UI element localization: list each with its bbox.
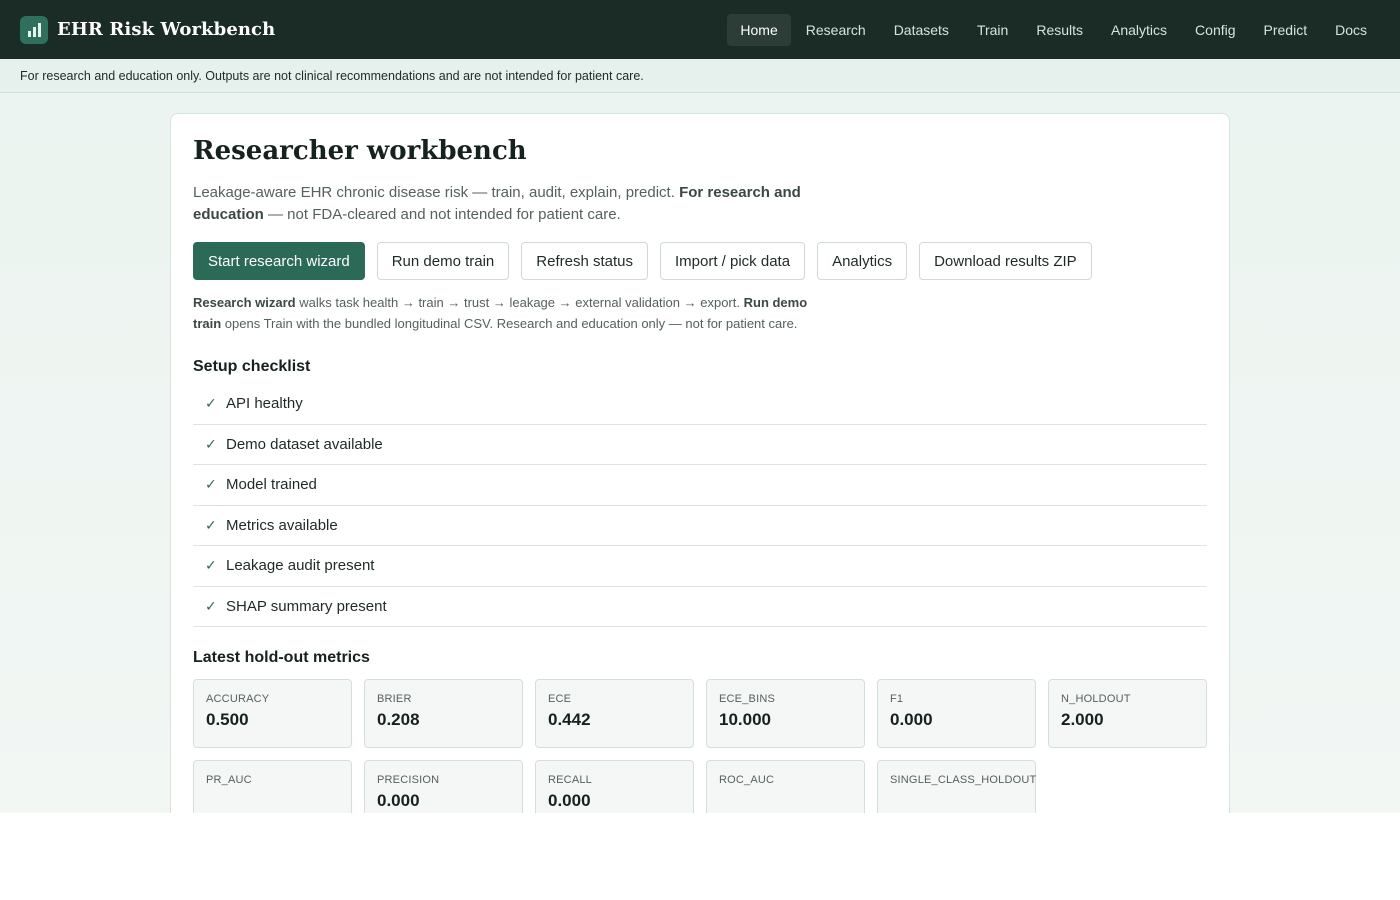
lead-paragraph: Leakage-aware EHR chronic disease risk —…: [193, 182, 813, 226]
start-research-wizard-button[interactable]: Start research wizard: [193, 242, 365, 280]
checkmark-icon: ✓: [205, 597, 217, 614]
metric-card-n-holdout: N_HOLDOUT 2.000: [1048, 679, 1207, 748]
metric-card-roc-auc: ROC_AUC: [706, 760, 865, 813]
metric-label: ECE_BINS: [719, 693, 776, 705]
metric-label: BRIER: [377, 693, 412, 705]
metric-label: F1: [890, 693, 904, 705]
metric-label: N_HOLDOUT: [1061, 693, 1131, 705]
hint-demo-text: opens Train with the bundled longitudina…: [224, 316, 798, 331]
brand[interactable]: EHR Risk Workbench: [20, 15, 276, 44]
metric-card-ece-bins: ECE_BINS 10.000: [706, 679, 865, 748]
brand-title: EHR Risk Workbench: [57, 19, 276, 40]
nav-item-analytics[interactable]: Analytics: [1098, 14, 1180, 46]
checklist-item: ✓ Demo dataset available: [193, 425, 1207, 465]
metric-card-f1: F1 0.000: [877, 679, 1036, 748]
checklist-item-label: API healthy: [226, 395, 303, 413]
checklist-item-label: Leakage audit present: [226, 557, 375, 575]
nav-item-research[interactable]: Research: [793, 14, 879, 46]
checkmark-icon: ✓: [205, 395, 217, 412]
metric-value: 10.000: [719, 710, 771, 729]
checklist-item: ✓ Leakage audit present: [193, 546, 1207, 587]
checkmark-icon: ✓: [205, 516, 217, 533]
metric-value: 2.000: [1061, 710, 1104, 729]
checklist-item: ✓ Model trained: [193, 465, 1207, 506]
nav-item-docs[interactable]: Docs: [1322, 14, 1380, 46]
metric-label: SINGLE_CLASS_HOLDOUT: [890, 774, 1037, 786]
metric-value: 0.500: [206, 710, 249, 729]
metric-card-recall: RECALL 0.000: [535, 760, 694, 813]
checklist-item: ✓ API healthy: [193, 384, 1207, 425]
analytics-button[interactable]: Analytics: [817, 242, 908, 280]
checkmark-icon: ✓: [205, 557, 217, 574]
holdout-metrics-title: Latest hold-out metrics: [193, 649, 370, 666]
metric-value: 0.000: [377, 791, 420, 810]
metric-card-ece: ECE 0.442: [535, 679, 694, 748]
lead-tail: — not FDA-cleared and not intended for p…: [268, 206, 621, 223]
metric-label: ECE: [548, 693, 572, 705]
page-title: Researcher workbench: [193, 136, 527, 166]
nav-item-results[interactable]: Results: [1023, 14, 1096, 46]
checklist-item-label: Metrics available: [226, 516, 338, 534]
hint-wizard-text: walks task health → train → trust → leak…: [299, 295, 740, 310]
nav-item-train[interactable]: Train: [964, 14, 1021, 46]
checklist-item: ✓ Metrics available: [193, 506, 1207, 546]
metric-card-precision: PRECISION 0.000: [364, 760, 523, 813]
bar-chart-icon: [20, 15, 48, 44]
checklist-item-label: Model trained: [226, 476, 317, 494]
nav-item-home[interactable]: Home: [727, 13, 791, 46]
nav-item-datasets[interactable]: Datasets: [881, 14, 962, 46]
metric-label: PR_AUC: [206, 774, 252, 786]
nav-item-config[interactable]: Config: [1182, 14, 1248, 46]
workbench-card: Researcher workbench Leakage-aware EHR c…: [170, 113, 1230, 813]
checklist-item-label: Demo dataset available: [226, 435, 383, 453]
metric-label: RECALL: [548, 774, 592, 786]
app-viewport: EHR Risk Workbench Home Research Dataset…: [0, 0, 1400, 813]
main-nav: Home Research Datasets Train Results Ana…: [727, 13, 1380, 46]
checkmark-icon: ✓: [205, 435, 217, 452]
import-data-button[interactable]: Import / pick data: [660, 242, 806, 280]
nav-item-predict[interactable]: Predict: [1251, 14, 1321, 46]
refresh-status-button[interactable]: Refresh status: [521, 242, 648, 280]
checklist-item-label: SHAP summary present: [226, 597, 387, 615]
checkmark-icon: ✓: [205, 476, 217, 493]
action-buttons: Start research wizard Run demo train Ref…: [193, 242, 1207, 280]
setup-checklist: ✓ API healthy ✓ Demo dataset available ✓ Mo…: [193, 384, 1207, 627]
metric-card-single-class-holdout: SINGLE_CLASS_HOLDOUT: [877, 760, 1036, 813]
lead-text: Leakage-aware EHR chronic disease risk —…: [193, 184, 675, 201]
disclaimer-banner: For research and education only. Outputs…: [0, 59, 1400, 93]
download-results-button[interactable]: Download results ZIP: [919, 242, 1092, 280]
metric-card-accuracy: ACCURACY 0.500: [193, 679, 352, 748]
metric-value: 0.000: [548, 791, 591, 810]
metric-label: ACCURACY: [206, 693, 270, 705]
metrics-grid: ACCURACY 0.500 BRIER 0.208 ECE 0.442 ECE_BI…: [193, 679, 1207, 813]
metric-label: PRECISION: [377, 774, 440, 786]
metric-card-pr-auc: PR_AUC: [193, 760, 352, 813]
run-demo-train-button[interactable]: Run demo train: [376, 242, 510, 280]
metric-value: 0.208: [377, 710, 420, 729]
metric-value: 0.442: [548, 710, 591, 729]
metric-value: 0.000: [890, 710, 933, 729]
checklist-item: ✓ SHAP summary present: [193, 587, 1207, 627]
top-navigation-bar: EHR Risk Workbench Home Research Dataset…: [0, 0, 1400, 59]
metric-label: ROC_AUC: [719, 774, 775, 786]
metric-card-brier: BRIER 0.208: [364, 679, 523, 748]
setup-checklist-title: Setup checklist: [193, 358, 311, 375]
wizard-hint: Research wizard walks task health → trai…: [193, 292, 833, 334]
hint-wizard-bold: Research wizard: [193, 295, 296, 310]
